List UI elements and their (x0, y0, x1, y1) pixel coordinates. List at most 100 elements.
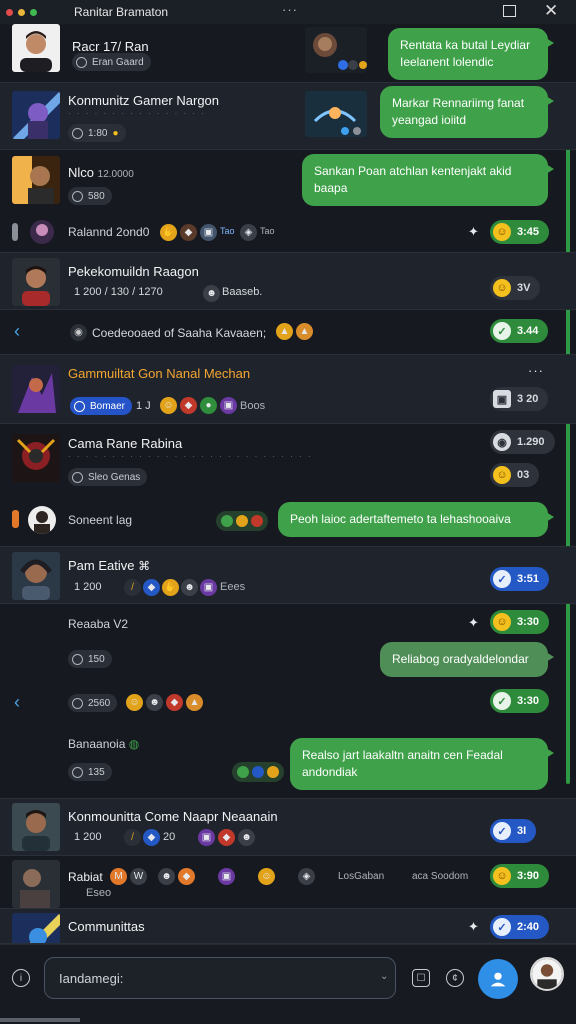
list-item[interactable]: Banaanoia ◍ 135 Realso jart laakaltn ana… (0, 726, 576, 796)
time-badge: ☺ 3:90 (490, 864, 550, 888)
attach-icon[interactable]: i (12, 969, 30, 987)
list-item[interactable]: ‹ ◉ Coedeooaed of Saaha Kavaaen; ▲ ▲ ✓ 3.… (0, 312, 576, 352)
game-thumbnail (305, 91, 367, 137)
drag-handle[interactable] (12, 223, 18, 241)
list-item[interactable]: ‹ 2560 ☺ ☻ ◆ ▲ ✓ 3:30 (0, 682, 576, 724)
time-badge-label: 3.44 (517, 325, 539, 337)
list-item[interactable]: Konmounitta Come Naapr Neaanain 1 200 / … (0, 798, 576, 856)
check-icon: ✓ (493, 918, 511, 936)
emoji-icon: ◆ (180, 224, 197, 241)
status-pill: 2560 (68, 694, 118, 712)
emoji-icon: ◆ (180, 397, 197, 414)
send-button[interactable] (478, 959, 518, 999)
drag-handle[interactable] (12, 510, 19, 528)
contact-name: Konmounitta Come Naapr Neaanain (68, 809, 278, 824)
message-bubble[interactable]: Sankan Poan atchlan kentenjakt akid baap… (302, 154, 554, 206)
emoji-icon: M (110, 868, 127, 885)
status-pill: 1:80 ● (68, 124, 126, 142)
message-bubble[interactable]: Realso jart laakaltn anaitn cen Feadal a… (290, 738, 554, 790)
list-item[interactable]: Gammuiltat Gon Nanal Mechan Bomaer 1 J ☺… (0, 354, 576, 424)
contact-name-text: Nlco (68, 165, 95, 180)
message-bubble[interactable]: Peoh laioc adertaftemeto ta lehashooaiva (278, 502, 554, 537)
avatar (30, 220, 54, 244)
list-item[interactable]: Konmunitz Gamer Nargon · · · · · · · · ·… (0, 82, 576, 150)
time-badge: ✓ 2:40 (490, 915, 550, 939)
chevron-left-icon[interactable]: ‹ (14, 692, 20, 713)
time-badge: ▣ 3 20 (490, 387, 549, 411)
user-avatar[interactable] (530, 957, 564, 991)
close-icon[interactable]: ✕ (544, 1, 558, 21)
time-badge-label: 3:30 (517, 616, 540, 628)
emoji-icon: ● (200, 397, 217, 414)
avatar (12, 803, 60, 851)
time-badge-label: 3:30 (517, 695, 540, 707)
time-badge-label: 3:45 (517, 226, 540, 238)
list-item[interactable]: Soneent lag Peoh laioc adertaftemeto ta … (0, 496, 576, 544)
message-bubble[interactable]: Reliabog oradyaldelondar (380, 642, 554, 677)
emoji-icon: / (124, 829, 141, 846)
message-bubble[interactable]: Markar Rennariimg fanat yeangad ioiitd (380, 86, 554, 138)
time-badge-label: 03 (517, 469, 530, 481)
avatar (12, 156, 60, 204)
message-bubble[interactable]: Rentata ka butal Leydiar Ieelanent lolen… (388, 28, 554, 80)
avatar (12, 91, 60, 139)
emoji-icon: ✋ (160, 224, 177, 241)
list-item[interactable]: Nlco 12.0000 580 Sankan Poan atchlan ken… (0, 152, 576, 212)
emoji-icon: ☻ (203, 285, 220, 302)
minimize-dot[interactable] (18, 8, 25, 16)
tag-label: Tao (260, 226, 275, 236)
time-badge-label: 1.290 (517, 436, 545, 448)
meta-line: Eseo (86, 887, 112, 899)
contact-name: Nlco 12.0000 (68, 165, 134, 180)
gif-icon[interactable]: ¢ (446, 969, 464, 987)
chevron-down-icon[interactable]: ⌄ (380, 971, 388, 982)
emoji-icon: ✋ (162, 579, 179, 596)
time-badge: ☺ 3:45 (490, 220, 550, 244)
maximize-icon[interactable] (503, 5, 516, 17)
emoji-icon: ☺ (258, 868, 275, 885)
star-icon[interactable]: ✦ (468, 919, 479, 935)
emoji-icon: ☺ (160, 397, 177, 414)
list-item[interactable]: Communittas ✦ ✓ 2:40 (0, 908, 576, 944)
status-pill-label: 135 (88, 766, 105, 778)
time-badge-label: 3 20 (517, 393, 539, 405)
list-item[interactable]: Ralannd 2ond0 ✋ ◆ ▣ Tao ◈ Tao ✦ ☺ 3:45 (0, 214, 576, 250)
game-thumbnail (305, 27, 367, 73)
list-item[interactable]: Cama Rane Rabina · · · · · · · · · · · ·… (0, 426, 576, 494)
time-badge: ◉ 1.290 (490, 430, 555, 454)
more-icon[interactable]: ··· (282, 2, 298, 17)
chevron-left-icon[interactable]: ‹ (14, 321, 20, 342)
time-badge-label: 2:40 (517, 921, 540, 933)
close-dot[interactable] (6, 8, 13, 16)
emoji-icon: ☺ (126, 694, 143, 711)
contact-name: Banaanoia ◍ (68, 737, 139, 751)
status-pill-label: 2560 (88, 697, 111, 709)
more-icon[interactable]: ··· (528, 363, 544, 378)
check-icon: ✓ (493, 822, 511, 840)
list-item[interactable]: Rabiat Eseo M W ☻ ◆ ▣ ☺ ◈ LosGaban aca S… (0, 858, 576, 908)
reaction-pill[interactable] (232, 762, 284, 782)
time-badge-label: 3:51 (517, 573, 540, 585)
time-badge-label: 3V (517, 282, 531, 294)
typing-indicator: · · · · · · · · · · · · · · · · (68, 109, 206, 118)
gamepad-icon: ⌘ (138, 559, 151, 573)
contact-name: Konmunitz Gamer Nargon (68, 93, 220, 108)
list-item[interactable]: Pam Eative ⌘ 1 200 / ◆ ✋ ☻ ▣ Eees ✓ 3:51 (0, 546, 576, 604)
reaction-pill[interactable] (216, 511, 268, 531)
star-icon[interactable]: ✦ (468, 615, 479, 631)
avatar (12, 434, 60, 482)
list-item[interactable]: Pekekomuildn Raagon 1 200 / 130 / 1270 ☻… (0, 252, 576, 310)
avatar (12, 258, 60, 306)
star-icon[interactable]: ✦ (468, 224, 479, 240)
system-message: Coedeooaed of Saaha Kavaaen; (92, 326, 267, 340)
list-item[interactable]: Reaaba V2 150 ✦ ☺ 3:30 Reliabog oradyalde… (0, 606, 576, 680)
status-pill-label: 150 (88, 653, 105, 665)
emoji-icon: ▣ (200, 579, 217, 596)
status-pill: Sleo Genas (68, 468, 148, 486)
emoji-picker-icon[interactable]: ☐ (412, 969, 430, 987)
message-input[interactable] (44, 957, 396, 999)
maximize-dot[interactable] (30, 8, 37, 16)
emoji-icon: ☻ (146, 694, 163, 711)
list-item[interactable]: Racr 17/ Ran Eran Gaard Rentata ka butal… (0, 24, 576, 80)
time-badge: ☺ 3:30 (490, 610, 550, 634)
